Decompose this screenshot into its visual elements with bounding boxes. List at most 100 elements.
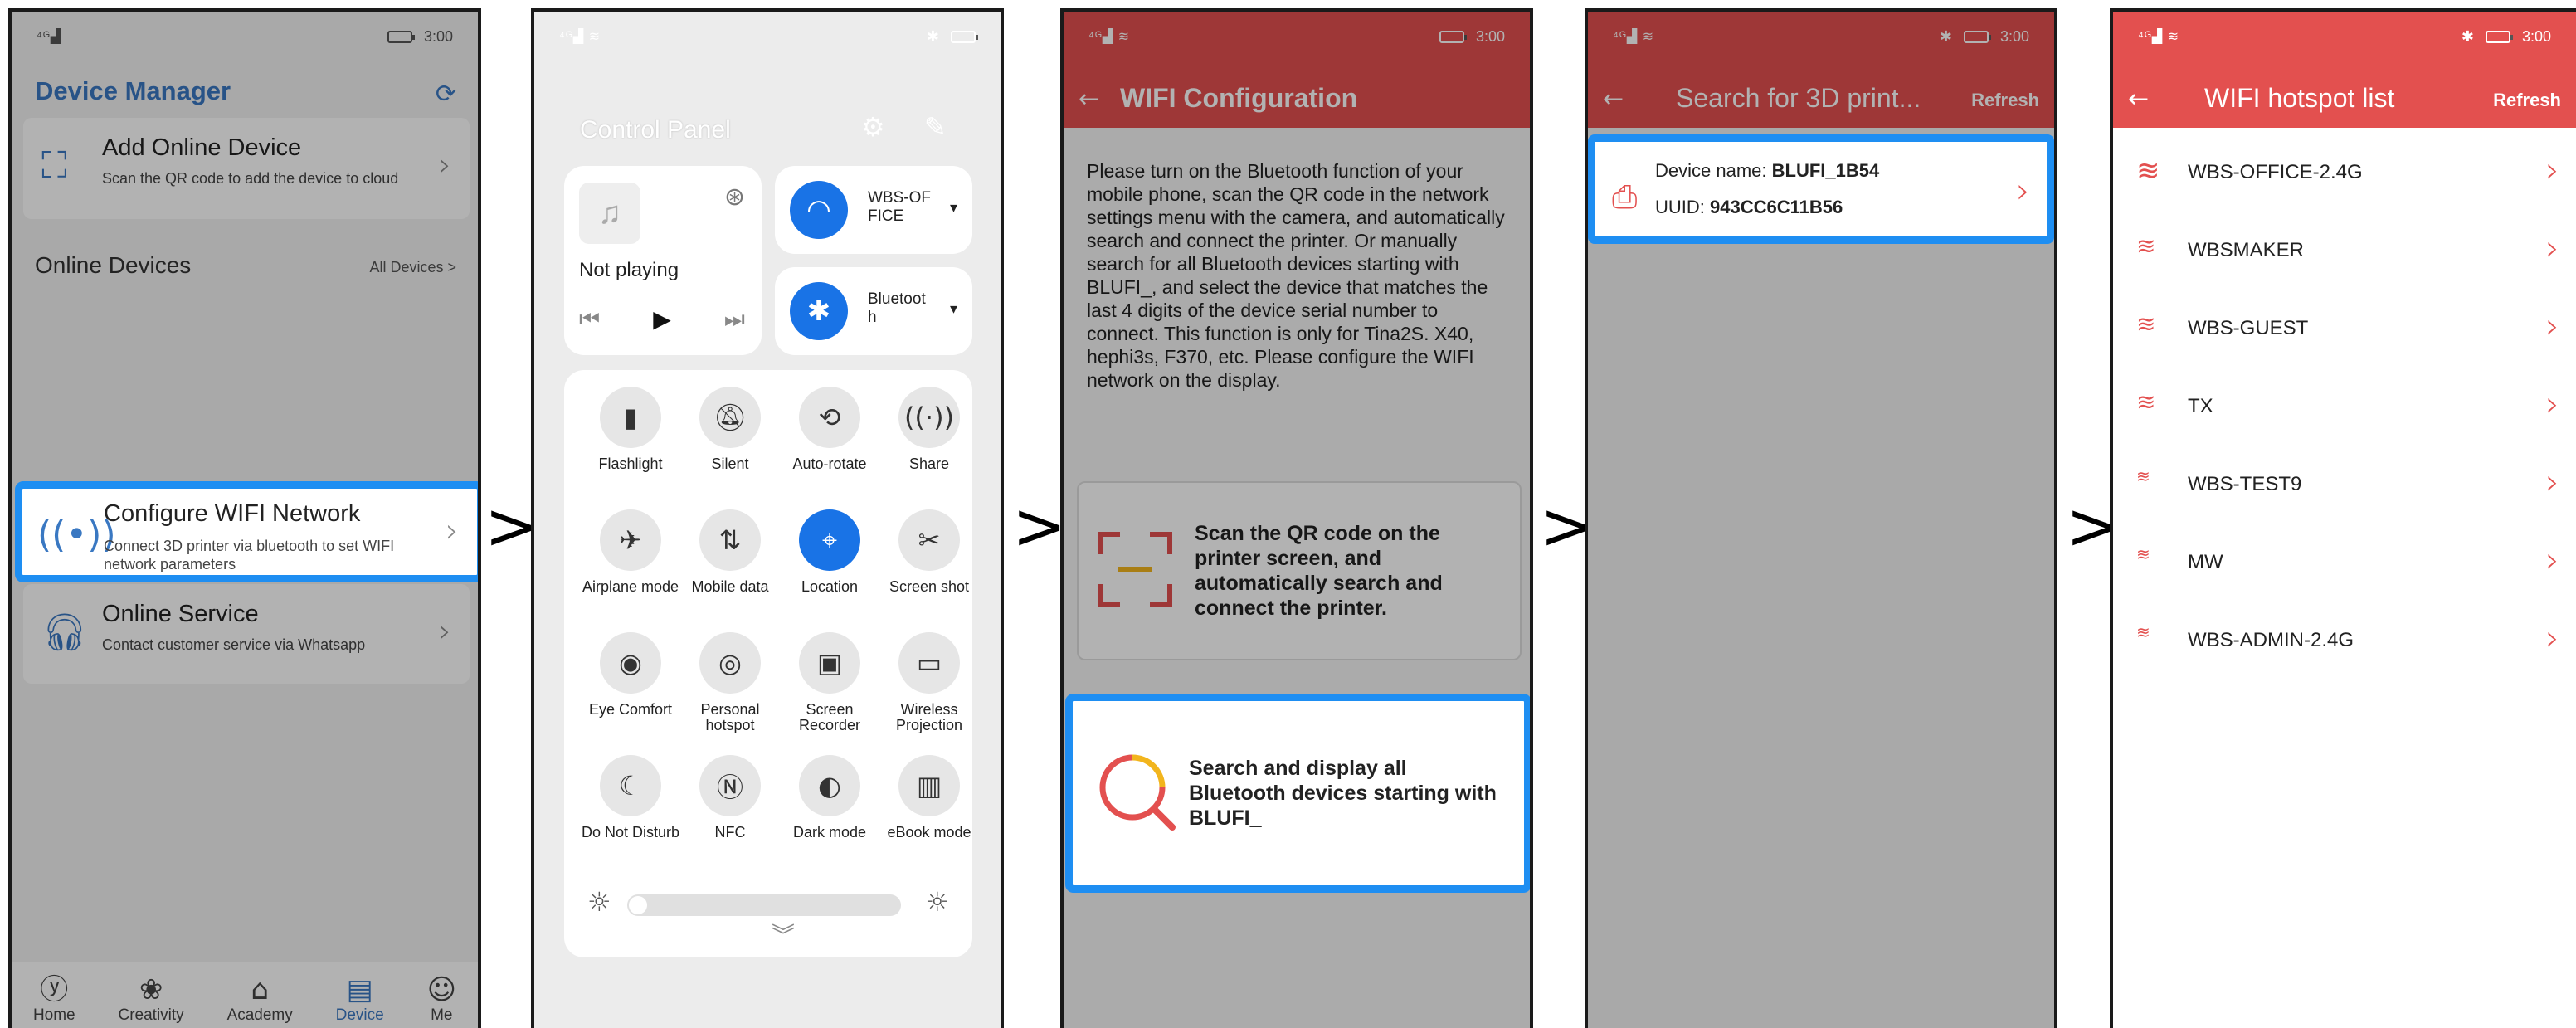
tab-academy[interactable]: ⌂ Academy [227, 973, 293, 1025]
wifi-signal-icon: ≋ [2136, 310, 2156, 338]
bluetooth-tile[interactable]: ✱ Bluetoot h ▾ [775, 267, 972, 355]
chevron-right-icon: › [2545, 305, 2559, 346]
toggle-dark-mode[interactable]: ◐ Dark mode [780, 755, 879, 866]
wifi-list-item[interactable]: ≋ WBS-ADMIN-2.4G › [2113, 601, 2576, 679]
refresh-icon[interactable]: ⟳ [436, 80, 456, 109]
toggle-screen-shot[interactable]: ✂ Screen shot [879, 509, 979, 621]
gear-icon[interactable]: ⚙ [861, 111, 885, 143]
wifi-signal-icon: ≋ [2136, 388, 2156, 416]
page-title: Device Manager [35, 76, 231, 105]
status-bar: ⁴ᴳ▟ ≋ ✱ [534, 12, 1001, 61]
toggle-personal-hotspot[interactable]: ◎ Personal hotspot [680, 632, 780, 743]
wifi-list-item[interactable]: ≋ WBS-TEST9 › [2113, 445, 2576, 523]
page-title: WIFI Configuration [1120, 83, 1358, 113]
wifi-network-name: WBS-ADMIN-2.4G [2188, 629, 2354, 651]
eye-icon: ◉ [600, 632, 661, 694]
toggle-airplane-mode[interactable]: ✈ Airplane mode [581, 509, 680, 621]
previous-icon[interactable]: ⏮ [579, 305, 600, 334]
toggle-label: Screen Recorder [798, 701, 861, 733]
wifi-list-item[interactable]: ≋ WBS-OFFICE-2.4G › [2113, 133, 2576, 211]
toggle-flashlight[interactable]: ▮ Flashlight [581, 387, 680, 498]
wifi-network-name: WBSMAKER [2188, 239, 2305, 261]
wifi-list-item[interactable]: ≋ WBS-GUEST › [2113, 289, 2576, 367]
moon-icon: ☾ [600, 755, 661, 816]
toggle-do-not-disturb[interactable]: ☾ Do Not Disturb [581, 755, 680, 866]
music-note-icon: ♫ [579, 183, 640, 244]
header-bar: ⁴ᴳ▟ ≋ ✱ 3:00 ← WIFI hotspot list Refresh [2113, 12, 2576, 128]
tab-me[interactable]: ☺ Me [427, 973, 456, 1025]
audio-output-icon[interactable]: ⊛ [724, 183, 745, 212]
tab-home[interactable]: ⓨ Home [33, 973, 75, 1025]
chevron-right-icon: › [438, 612, 451, 650]
toggle-label: Personal hotspot [700, 701, 760, 733]
refresh-button[interactable]: Refresh [1971, 90, 2039, 111]
bluetooth-status-icon: ✱ [926, 27, 939, 45]
toggle-silent[interactable]: 🔕︎ Silent [680, 387, 780, 498]
wifi-list-item[interactable]: ≋ MW › [2113, 523, 2576, 601]
configure-wifi-card[interactable]: ((•)) Configure WIFI Network Connect 3D … [15, 481, 478, 582]
phone-control-panel: ⁴ᴳ▟ ≋ ✱ Control Panel ⚙ ✎ ♫ ⊛ Not playin… [531, 8, 1004, 1028]
instructions-text: Please turn on the Bluetooth function of… [1087, 160, 1505, 391]
brightness-knob[interactable] [629, 896, 647, 914]
battery-icon [387, 30, 415, 43]
tab-creativity[interactable]: ❀ Creativity [119, 973, 184, 1025]
search-bluetooth-option[interactable]: Search and display all Bluetooth devices… [1065, 694, 1530, 893]
device-icon: ▤ [346, 973, 373, 1006]
toggles-panel: ▮ Flashlight 🔕︎ Silent ⟲ Auto-rotate ((·)) Shar… [564, 370, 972, 957]
all-devices-link[interactable]: All Devices > [369, 259, 456, 276]
chevron-down-icon[interactable]: ▾ [950, 300, 957, 318]
brightness-slider[interactable]: ☼ ☼ [587, 886, 949, 919]
toggle-auto-rotate[interactable]: ⟲ Auto-rotate [780, 387, 879, 498]
wifi-tile[interactable]: ◠ WBS-OF FICE ▾ [775, 166, 972, 254]
wifi-network-name: TX [2188, 395, 2213, 417]
scan-qr-option[interactable]: Scan the QR code on the printer screen, … [1077, 481, 1522, 660]
configure-wifi-title: Configure WIFI Network [104, 500, 361, 527]
next-icon[interactable]: ⏭ [724, 305, 745, 334]
chevron-right-icon: › [2545, 539, 2559, 580]
online-service-title: Online Service [102, 601, 259, 627]
add-online-device-card[interactable]: ⛶ Add Online Device Scan the QR code to … [23, 118, 470, 219]
toggle-share[interactable]: ((·)) Share [879, 387, 979, 498]
status-bar: ⁴ᴳ▟ ≋ ✱ 3:00 [2113, 12, 2576, 61]
edit-icon[interactable]: ✎ [924, 111, 947, 143]
status-bar: ⁴ᴳ▟ 3:00 [12, 12, 478, 61]
wifi-signal-icon: ≋ [2136, 232, 2156, 260]
page-title: Search for 3D print... [1676, 83, 1921, 113]
toggle-screen-recorder[interactable]: ▣ Screen Recorder [780, 632, 879, 743]
back-arrow-icon[interactable]: ← [1079, 85, 1099, 114]
wifi-signal-icon: ≋ [2136, 154, 2160, 188]
scissors-icon: ✂ [898, 509, 960, 571]
sun-small-icon: ☼ [587, 886, 611, 918]
device-list-item[interactable]: ⎙ Device name: BLUFI_1B54 UUID: 943CC6C1… [1588, 134, 2054, 244]
chevron-right-icon: › [2545, 383, 2559, 424]
phone-wifi-hotspot-list: ⁴ᴳ▟ ≋ ✱ 3:00 ← WIFI hotspot list Refresh … [2110, 8, 2576, 1028]
play-icon[interactable]: ▶ [653, 305, 671, 334]
toggle-nfc[interactable]: Ⓝ NFC [680, 755, 780, 866]
toggle-label: eBook mode [887, 824, 971, 840]
bluetooth-label: Bluetoot h [868, 290, 926, 326]
header-bar: ⁴ᴳ▟ ≋ 3:00 ← WIFI Configuration [1064, 12, 1530, 128]
brightness-track[interactable] [627, 894, 901, 916]
phone-device-search: ⁴ᴳ▟ ≋ ✱ 3:00 ← Search for 3D print... Ref… [1585, 8, 2057, 1028]
chevron-down-icon[interactable]: ▾ [950, 199, 957, 217]
toggle-eye-comfort[interactable]: ◉ Eye Comfort [581, 632, 680, 743]
device-name-row: Device name: BLUFI_1B54 [1655, 160, 1880, 181]
toggle-location[interactable]: ⌖ Location [780, 509, 879, 621]
tab-device[interactable]: ▤ Device [336, 973, 384, 1025]
toggle-wireless-projection[interactable]: ▭ Wireless Projection [879, 632, 979, 743]
back-arrow-icon[interactable]: ← [1603, 85, 1624, 114]
back-arrow-icon[interactable]: ← [2128, 85, 2149, 114]
wifi-network-name: WBS-TEST9 [2188, 473, 2302, 495]
toggle-ebook-mode[interactable]: ▥ eBook mode [879, 755, 979, 866]
bluetooth-status-icon: ✱ [2461, 27, 2474, 45]
online-service-card[interactable]: 🎧︎ Online Service Contact customer servi… [23, 584, 470, 684]
collapse-handle-icon[interactable]: ︾ [772, 918, 795, 951]
projection-icon: ▭ [898, 632, 960, 694]
music-widget[interactable]: ♫ ⊛ Not playing ⏮ ▶ ⏭ [564, 166, 762, 355]
wifi-list-item[interactable]: ≋ WBSMAKER › [2113, 211, 2576, 289]
headset-icon: 🎧︎ [41, 611, 88, 654]
book-icon: ▥ [898, 755, 960, 816]
toggle-mobile-data[interactable]: ⇅ Mobile data [680, 509, 780, 621]
wifi-list-item[interactable]: ≋ TX › [2113, 367, 2576, 445]
refresh-button[interactable]: Refresh [2493, 90, 2561, 111]
